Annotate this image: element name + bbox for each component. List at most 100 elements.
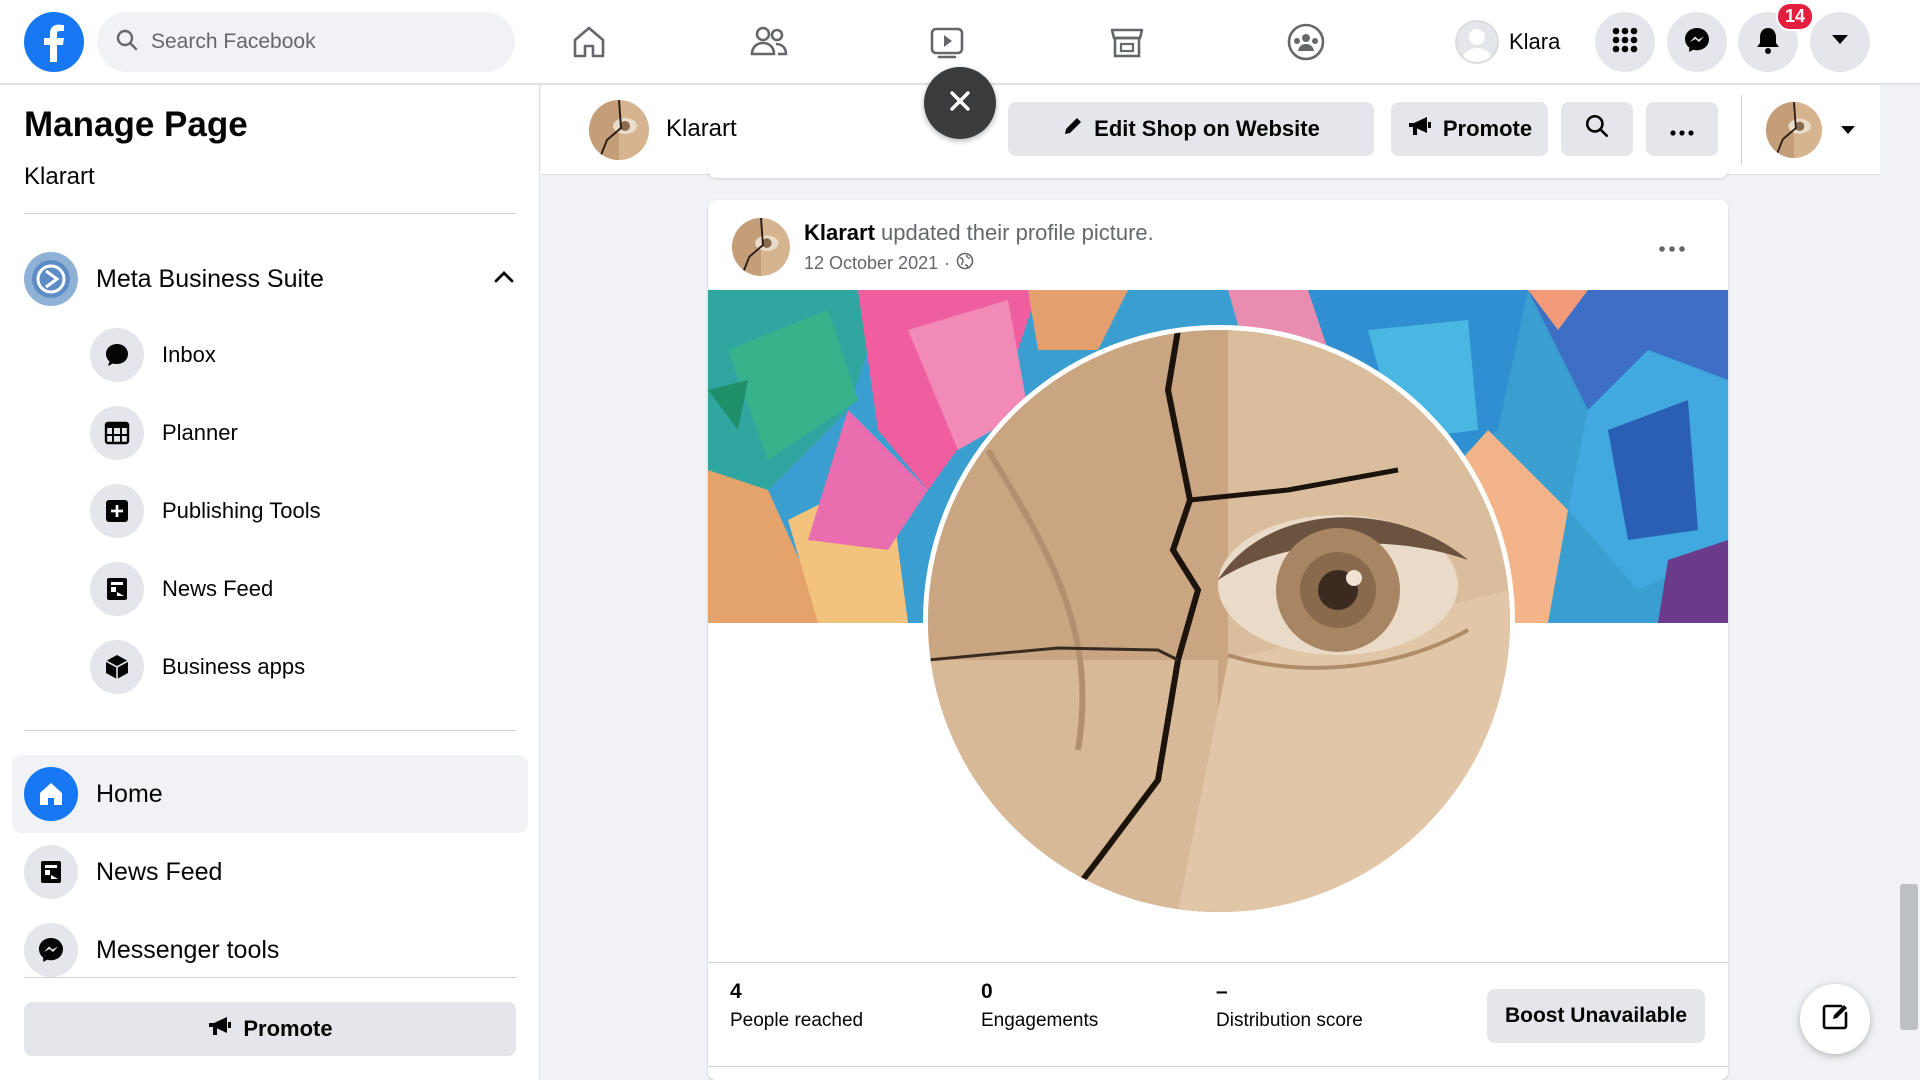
messenger-icon: [24, 923, 78, 977]
stat-engagements: 0 Engagements: [981, 980, 1098, 1032]
home-icon[interactable]: [565, 18, 613, 66]
post-header-text: Klarart updated their profile picture.: [804, 220, 1154, 246]
messenger-button[interactable]: [1667, 12, 1727, 72]
calendar-icon: [90, 406, 144, 460]
messenger-icon: [1682, 25, 1712, 60]
notification-count-badge: 14: [1776, 2, 1815, 31]
bell-icon: [1754, 25, 1782, 60]
megaphone-icon: [207, 1015, 233, 1043]
caret-down-icon: [1830, 33, 1850, 52]
edit-shop-button[interactable]: Edit Shop on Website: [1008, 102, 1374, 156]
post-action-text: updated their profile picture.: [874, 220, 1154, 245]
sidebar-item-label: News Feed: [96, 857, 223, 886]
sidebar-title: Manage Page: [24, 105, 248, 144]
stat-label: People reached: [730, 1010, 864, 1031]
menu-button[interactable]: [1595, 12, 1655, 72]
sidebar-item-label: Messenger tools: [96, 935, 280, 964]
scrollbar-thumb[interactable]: [1900, 884, 1918, 1030]
globe-icon: [956, 252, 974, 275]
close-icon: [947, 88, 973, 119]
edit-shop-label: Edit Shop on Website: [1094, 116, 1320, 141]
post-meta: 12 October 2021 ·: [804, 252, 974, 275]
compose-icon: [1819, 1001, 1851, 1038]
home-icon: [24, 767, 78, 821]
sidebar-item-label: Inbox: [162, 342, 216, 367]
chevron-up-icon[interactable]: [492, 269, 516, 290]
promote-label: Promote: [243, 1016, 333, 1041]
sidebar-item-label: Home: [96, 779, 163, 808]
publishing-icon: [90, 484, 144, 538]
sidebar-item-news-feed[interactable]: News Feed: [90, 561, 510, 617]
search-bar[interactable]: Search Facebook: [97, 12, 515, 72]
grid-menu-icon: [1610, 25, 1640, 60]
meta-business-suite-header[interactable]: Meta Business Suite: [24, 249, 516, 309]
page-avatar[interactable]: [589, 100, 649, 160]
friends-icon[interactable]: [745, 18, 793, 66]
profile-name: Klara: [1509, 29, 1561, 54]
divider: [24, 730, 516, 731]
stat-label: Distribution score: [1216, 1010, 1363, 1031]
sidebar-promote-button[interactable]: Promote: [24, 1002, 516, 1056]
sidebar-item-inbox[interactable]: Inbox: [90, 327, 510, 383]
account-menu-button[interactable]: [1810, 12, 1870, 72]
stat-people-reached: 4 People reached: [730, 980, 863, 1032]
stat-distribution-score: – Distribution score: [1216, 980, 1363, 1032]
divider: [708, 962, 1728, 963]
cube-icon: [90, 640, 144, 694]
avatar: [1455, 20, 1499, 64]
stat-value: 4: [730, 980, 742, 1003]
divider: [24, 213, 516, 214]
stat-label: Engagements: [981, 1010, 1099, 1031]
post-date[interactable]: 12 October 2021: [804, 253, 938, 274]
stat-value: 0: [981, 980, 993, 1003]
search-placeholder: Search Facebook: [151, 30, 316, 53]
meta-business-suite-icon: [24, 252, 78, 306]
sidebar-item-news-feed-main[interactable]: News Feed: [12, 833, 528, 911]
boost-button[interactable]: Boost Unavailable: [1487, 989, 1705, 1043]
post-card: Klarart updated their profile picture. 1…: [708, 200, 1728, 1080]
post-options-button[interactable]: [1652, 228, 1692, 268]
new-message-button[interactable]: [1800, 984, 1870, 1054]
page-header-bar: Klarart Edit Shop on Website Promote: [541, 85, 1880, 175]
divider: [708, 1066, 1728, 1067]
caret-down-icon[interactable]: [1839, 123, 1857, 141]
post-author-avatar[interactable]: [732, 218, 790, 276]
page-name[interactable]: Klarart: [666, 115, 737, 143]
search-icon: [115, 28, 139, 57]
post-author-name[interactable]: Klarart: [804, 220, 875, 245]
profile-chip[interactable]: Klara: [1455, 18, 1560, 66]
meta-separator: ·: [944, 253, 951, 273]
more-icon: [1670, 116, 1694, 142]
sidebar-item-business-apps[interactable]: Business apps: [90, 639, 510, 695]
marketplace-icon[interactable]: [1103, 18, 1151, 66]
groups-icon[interactable]: [1282, 18, 1330, 66]
newsfeed-icon: [90, 562, 144, 616]
profile-picture-image[interactable]: [923, 325, 1515, 917]
page-more-button[interactable]: [1646, 102, 1718, 156]
promote-button[interactable]: Promote: [1391, 102, 1548, 156]
divider: [1741, 95, 1742, 165]
promote-label: Promote: [1442, 116, 1533, 141]
megaphone-icon: [1407, 115, 1433, 143]
sidebar-item-label: Business apps: [162, 654, 306, 679]
sidebar-item-home[interactable]: Home: [12, 755, 528, 833]
close-button[interactable]: [924, 67, 996, 139]
previous-post-edge: [708, 166, 1728, 178]
more-icon: [1659, 239, 1685, 257]
sidebar-page-name: Klarart: [24, 163, 95, 190]
newsfeed-icon: [24, 845, 78, 899]
watch-icon[interactable]: [923, 18, 971, 66]
facebook-logo-icon[interactable]: [24, 12, 84, 72]
switch-profile-avatar[interactable]: [1766, 102, 1822, 158]
chat-icon: [90, 328, 144, 382]
sidebar-item-label: Publishing Tools: [162, 498, 321, 523]
sidebar-item-planner[interactable]: Planner: [90, 405, 510, 461]
page-search-button[interactable]: [1561, 102, 1633, 156]
sidebar-item-publishing-tools[interactable]: Publishing Tools: [90, 483, 510, 539]
meta-business-suite-label: Meta Business Suite: [96, 264, 324, 293]
sidebar-item-label: Planner: [162, 420, 238, 445]
search-icon: [1584, 113, 1610, 145]
manage-page-sidebar: Manage Page Klarart Meta Business Suite …: [0, 85, 540, 1080]
sidebar-item-label: News Feed: [162, 576, 274, 601]
divider: [24, 977, 516, 978]
